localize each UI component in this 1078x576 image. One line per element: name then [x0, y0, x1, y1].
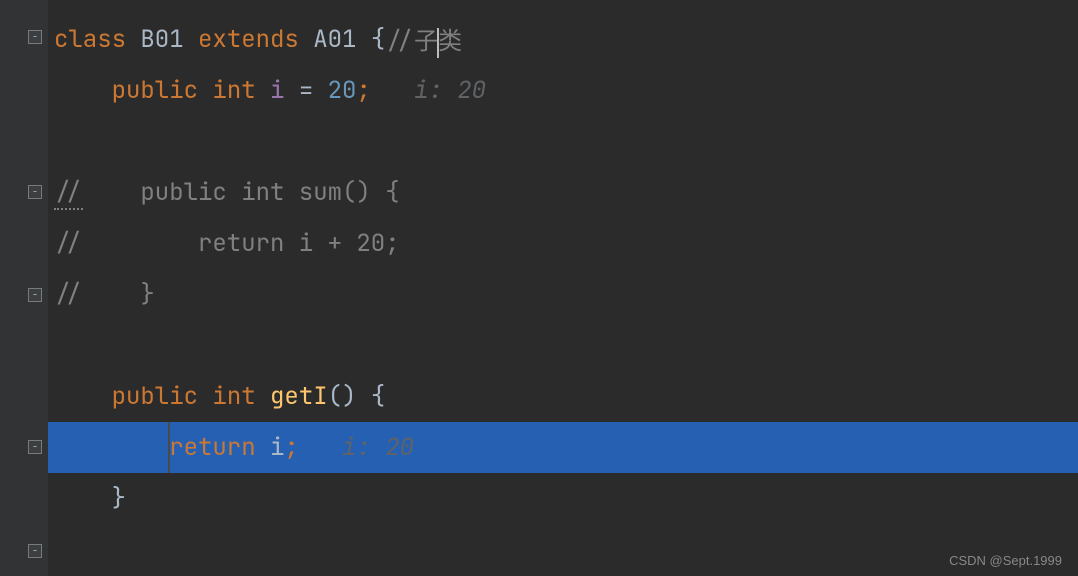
code-line[interactable]: public int i = 20; i: 20 — [48, 65, 1078, 116]
code-line[interactable]: // return i + 20; — [48, 218, 1078, 269]
watermark-text: CSDN @Sept.1999 — [949, 553, 1062, 568]
brace-open: { — [371, 24, 385, 55]
code-area[interactable]: class B01 extends A01 {//子类 public int i… — [48, 0, 1078, 576]
parens: () — [328, 381, 357, 412]
identifier: i — [270, 432, 284, 463]
semicolon: ; — [284, 432, 298, 463]
brace-open: { — [371, 381, 385, 412]
identifier: i — [270, 75, 284, 106]
code-line-empty[interactable] — [48, 320, 1078, 371]
code-line[interactable]: // } — [48, 269, 1078, 320]
code-line-highlighted[interactable]: return i; i: 20 — [48, 422, 1078, 473]
keyword-int: int — [212, 381, 255, 412]
comment: // public int sum() { — [54, 177, 400, 208]
keyword-public: public — [112, 381, 198, 412]
comment: // return i + 20; — [54, 228, 400, 259]
keyword-class: class — [54, 24, 126, 55]
text-cursor — [437, 28, 439, 58]
semicolon: ; — [356, 75, 370, 106]
fold-marker-icon[interactable] — [28, 544, 42, 558]
keyword-public: public — [112, 75, 198, 106]
brace-close: } — [112, 483, 126, 514]
code-line-empty[interactable] — [48, 116, 1078, 167]
code-line[interactable]: } — [48, 473, 1078, 524]
fold-marker-icon[interactable] — [28, 440, 42, 454]
caret-column-indicator — [168, 422, 170, 473]
method-name: getI — [270, 381, 328, 412]
equals: = — [299, 75, 313, 106]
fold-marker-icon[interactable] — [28, 288, 42, 302]
gutter — [0, 0, 48, 576]
super-class-name: A01 — [313, 24, 356, 55]
inline-hint: i: 20 — [342, 432, 414, 463]
inline-hint: i: 20 — [414, 75, 486, 106]
code-editor[interactable]: class B01 extends A01 {//子类 public int i… — [0, 0, 1078, 576]
keyword-return: return — [169, 432, 255, 463]
fold-marker-icon[interactable] — [28, 30, 42, 44]
fold-marker-icon[interactable] — [28, 185, 42, 199]
comment: // } — [54, 279, 155, 310]
keyword-extends: extends — [198, 24, 299, 55]
code-line[interactable]: class B01 extends A01 {//子类 — [48, 14, 1078, 65]
class-name: B01 — [140, 24, 183, 55]
keyword-int: int — [212, 75, 255, 106]
comment: //子类 — [385, 21, 462, 57]
number-literal: 20 — [328, 75, 357, 106]
code-line[interactable]: public int getI() { — [48, 371, 1078, 422]
code-line[interactable]: // public int sum() { — [48, 167, 1078, 218]
